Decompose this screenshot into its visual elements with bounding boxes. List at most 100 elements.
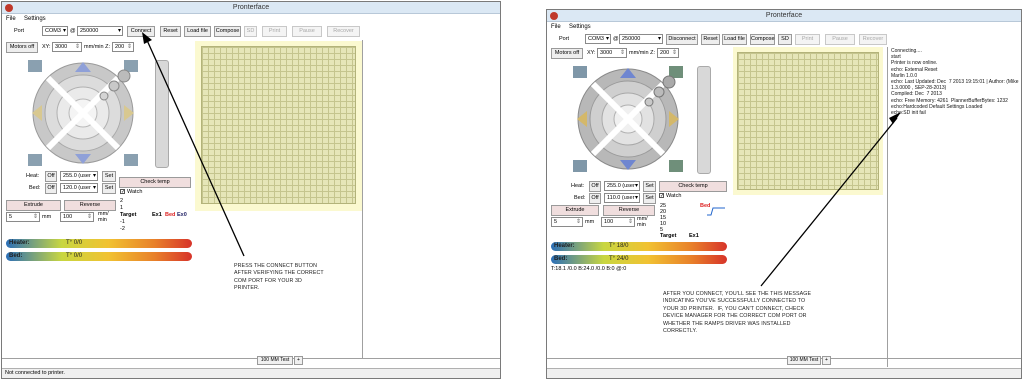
home-z-icon[interactable] — [669, 160, 683, 172]
bed-temp-select[interactable]: 120.0 (user — [60, 183, 98, 193]
bed-set-button[interactable]: Set — [102, 183, 116, 194]
bed-set-button[interactable]: Set — [643, 193, 656, 204]
menu-file[interactable]: File — [6, 16, 16, 22]
heat-set-button[interactable]: Set — [102, 171, 116, 182]
print-button[interactable]: Print — [795, 34, 820, 45]
temperature-readout: T:18.1 /0.0 B:24.0 /0.0 B:0 @:0 — [551, 266, 627, 272]
extrude-speed-field[interactable]: 100 — [60, 212, 94, 222]
menu-settings[interactable]: Settings — [569, 24, 591, 30]
home-x-icon[interactable] — [573, 66, 587, 78]
recover-button[interactable]: Recover — [859, 34, 887, 45]
toolbar: Port COM3 @ 250000 Connect Reset Load fi… — [2, 25, 500, 39]
heater-bar-value: T° 0/0 — [66, 240, 83, 246]
home-all-icon[interactable] — [28, 154, 42, 166]
z-jog-control[interactable] — [697, 66, 711, 174]
bed-temp-trace — [707, 207, 725, 216]
heater-bar-label: Heater: — [554, 243, 575, 249]
mm-label: mm — [42, 214, 52, 220]
menu-bar: File Settings — [547, 23, 1021, 32]
add-tab-button[interactable]: + — [294, 356, 303, 365]
annotation-connected: AFTER YOU CONNECT, YOU'LL SEE THE THIS M… — [663, 291, 812, 335]
left-title-bar: Pronterface — [2, 2, 500, 14]
graph-tick: 1 — [120, 205, 124, 211]
pause-button[interactable]: Pause — [292, 26, 322, 37]
xy-label: XY: — [42, 44, 51, 50]
bed-temp-select[interactable]: 110.0 (user — [604, 193, 640, 203]
z-speed-field[interactable]: 200 — [112, 42, 134, 52]
bed-off-button[interactable]: Off — [45, 183, 57, 194]
add-tab-button[interactable]: + — [822, 356, 831, 365]
temperature-graph: 25 20 15 10 5 Target Ex1 Bed — [659, 203, 727, 241]
pane-divider — [362, 40, 363, 358]
baud-select[interactable]: 250000 — [619, 34, 663, 44]
status-bar: Not connected to printer. — [2, 368, 500, 378]
bed-bar-value: T° 0/0 — [66, 253, 83, 259]
home-z-icon[interactable] — [124, 154, 138, 166]
watch-label: Watch — [666, 193, 682, 199]
port-select[interactable]: COM3 — [585, 34, 611, 44]
heat-temp-select[interactable]: 255.0 (user — [60, 171, 98, 181]
baud-select[interactable]: 250000 — [77, 26, 123, 36]
heat-temp-select[interactable]: 255.0 (user — [604, 181, 640, 191]
heat-label: Heat: — [571, 183, 585, 189]
disconnect-button[interactable]: Disconnect — [666, 34, 698, 45]
load-file-button[interactable]: Load file — [722, 34, 747, 45]
port-select[interactable]: COM3 — [42, 26, 68, 36]
reset-button[interactable]: Reset — [701, 34, 720, 45]
sd-button[interactable]: SD — [778, 34, 792, 45]
check-temp-button[interactable]: Check temp — [659, 181, 727, 192]
window-title: Pronterface — [232, 4, 270, 11]
motors-off-button[interactable]: Motors off — [551, 48, 583, 59]
watch-checkbox[interactable]: ✓ — [659, 193, 664, 199]
xy-speed-field[interactable]: 3000 — [597, 48, 627, 58]
compose-button[interactable]: Compose — [750, 34, 775, 45]
extrude-button[interactable]: Extrude — [551, 205, 599, 216]
home-all-icon[interactable] — [573, 160, 587, 172]
xy-label: XY: — [587, 50, 596, 56]
bottom-divider — [2, 358, 500, 359]
z-speed-label: mm/min Z: — [84, 44, 110, 50]
graph-tick: 2 — [120, 198, 124, 204]
mm-label: mm — [585, 219, 595, 225]
motors-off-button[interactable]: Motors off — [6, 42, 38, 53]
right-window: Pronterface File Settings Port COM3 @ 25… — [546, 9, 1022, 379]
watch-checkbox[interactable]: ✓ — [120, 189, 125, 195]
pause-button[interactable]: Pause — [825, 34, 855, 45]
annotation-arrow — [142, 32, 245, 257]
menu-bar: File Settings — [2, 15, 500, 24]
tab-100mm-test[interactable]: 100 MM Test — [257, 356, 293, 365]
extrude-speed-field[interactable]: 100 — [601, 217, 635, 227]
bed-label: Bed: — [574, 195, 586, 201]
reverse-button[interactable]: Reverse — [603, 205, 655, 216]
window-title: Pronterface — [765, 12, 803, 19]
heater-bar-label: Heater: — [9, 240, 30, 246]
bed-temp-bar: Bed: T° 24/0 — [551, 255, 727, 264]
reverse-button[interactable]: Reverse — [64, 200, 116, 211]
home-x-icon[interactable] — [28, 60, 42, 72]
heat-set-button[interactable]: Set — [643, 181, 656, 192]
tab-100mm-test[interactable]: 100 MM Test — [787, 356, 821, 365]
console-log: Connecting.... start Printer is now onli… — [891, 48, 1019, 117]
heat-off-button[interactable]: Off — [45, 171, 57, 182]
z-speed-field[interactable]: 200 — [657, 48, 679, 58]
toolbar: Port COM3 @ 250000 Disconnect Reset Load… — [547, 33, 1021, 47]
graph-legend-target: Target — [120, 212, 137, 218]
bed-off-button[interactable]: Off — [589, 193, 601, 204]
heat-label: Heat: — [26, 173, 40, 179]
menu-file[interactable]: File — [551, 24, 561, 30]
heater-bar-value: T° 18/0 — [609, 243, 629, 249]
xy-speed-field[interactable]: 3000 — [52, 42, 82, 52]
recover-button[interactable]: Recover — [327, 26, 360, 37]
mm-min-label: mm/ min — [637, 216, 648, 228]
bed-bar-value: T° 24/0 — [609, 256, 629, 262]
bed-bar-label: Bed: — [9, 253, 23, 259]
menu-settings[interactable]: Settings — [24, 16, 46, 22]
heat-off-button[interactable]: Off — [589, 181, 601, 192]
status-bar — [547, 368, 1021, 378]
extrude-length-field[interactable]: 5 — [551, 217, 583, 227]
annotation-connect: PRESS THE CONNECT BUTTON AFTER VERIFYING… — [234, 263, 324, 292]
graph-tick: -2 — [120, 226, 125, 232]
extrude-length-field[interactable]: 5 — [6, 212, 40, 222]
print-button[interactable]: Print — [262, 26, 287, 37]
extrude-button[interactable]: Extrude — [6, 200, 61, 211]
